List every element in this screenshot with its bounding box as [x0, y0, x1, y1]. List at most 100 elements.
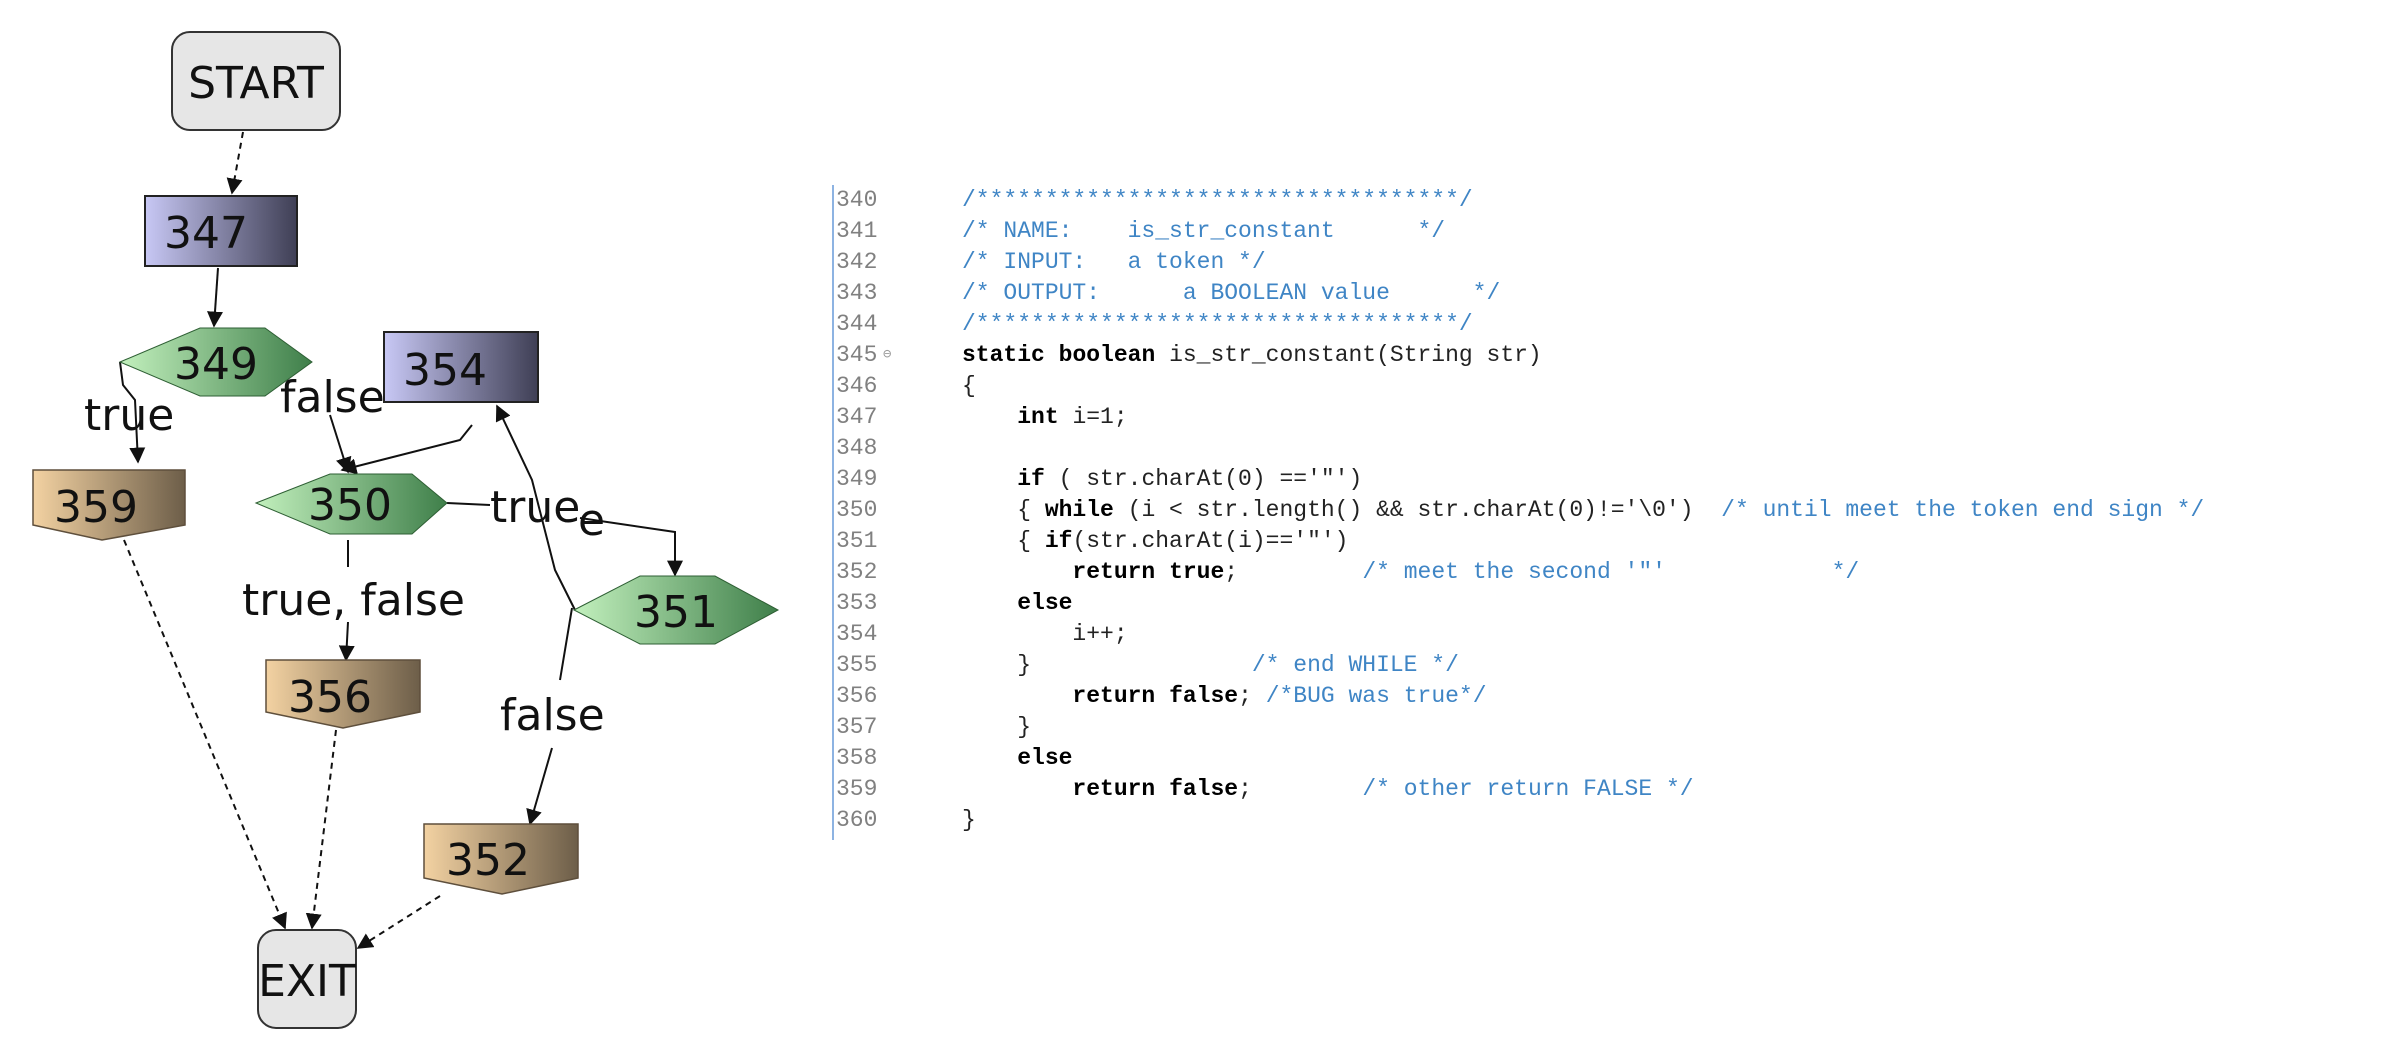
- code-text: return false; /*BUG was true*/: [962, 681, 1487, 712]
- code-comment: /* OUTPUT: a BOOLEAN value */: [962, 280, 1501, 306]
- line-number: 356: [836, 683, 878, 709]
- node-356: 356: [265, 659, 421, 729]
- code-text: if ( str.charAt(0) =='"'): [962, 464, 1362, 495]
- line-number: 346: [836, 373, 878, 399]
- code-token: i=1;: [1058, 404, 1128, 430]
- node-349-label: 349: [174, 339, 258, 390]
- code-text: }: [962, 805, 976, 836]
- code-token: i++;: [1072, 621, 1128, 647]
- node-start: START: [171, 31, 341, 131]
- code-token: ( str.charAt(0) =='"'): [1044, 466, 1363, 492]
- line-number: 353: [836, 590, 878, 616]
- node-exit-label: EXIT: [258, 956, 356, 1007]
- code-keyword: if: [1017, 466, 1045, 492]
- code-comment: /* until meet the token end sign */: [1721, 497, 2205, 523]
- code-comment: /* INPUT: a token */: [962, 249, 1266, 275]
- line-number: 340: [836, 187, 878, 213]
- code-token: {: [962, 373, 976, 399]
- line-number: 359: [836, 776, 878, 802]
- code-keyword: false: [1169, 683, 1239, 709]
- node-351-label: 351: [634, 587, 718, 638]
- code-token: (i < str.length() && str.charAt(0)!='\0'…: [1113, 497, 1722, 523]
- node-352: 352: [423, 823, 579, 895]
- code-token: {: [1017, 497, 1045, 523]
- code-text: else: [962, 743, 1072, 774]
- edge-347-349: [207, 267, 223, 328]
- line-number: 349: [836, 466, 878, 492]
- line-number: 360: [836, 807, 878, 833]
- code-keyword: int: [1017, 404, 1059, 430]
- fold-toggle-icon[interactable]: ⊖: [883, 340, 891, 371]
- node-350: 350: [254, 473, 448, 535]
- line-number: 344: [836, 311, 878, 337]
- node-352-label: 352: [446, 835, 530, 886]
- code-token: is_str_constant(String str): [1155, 342, 1542, 368]
- edge-label-349-false: false: [280, 372, 385, 423]
- line-number: 350: [836, 497, 878, 523]
- node-347-label: 347: [164, 208, 248, 259]
- node-354-label: 354: [403, 345, 487, 396]
- code-text: } /* end WHILE */: [962, 650, 1459, 681]
- edge-label-350-true: true: [490, 482, 580, 533]
- node-350-label: 350: [308, 480, 392, 531]
- code-keyword: static: [962, 342, 1045, 368]
- code-comment: /* NAME: is_str_constant */: [962, 218, 1446, 244]
- edge-label-349-true: true: [84, 390, 174, 441]
- code-token: ;: [1224, 559, 1363, 585]
- line-number: 342: [836, 249, 878, 275]
- line-number: 341: [836, 218, 878, 244]
- code-token: {: [1017, 528, 1045, 554]
- code-token: ;: [1238, 683, 1266, 709]
- code-text: /***********************************/: [962, 309, 1473, 340]
- code-text: /* NAME: is_str_constant */: [962, 216, 1445, 247]
- code-keyword: if: [1044, 528, 1073, 554]
- line-number: 351: [836, 528, 878, 554]
- code-text: /* INPUT: a token */: [962, 247, 1266, 278]
- code-text: int i=1;: [962, 402, 1128, 433]
- code-keyword: else: [1017, 745, 1073, 771]
- line-number: 358: [836, 745, 878, 771]
- edge-354-350: [340, 424, 473, 475]
- edge-352-exit: [356, 895, 441, 949]
- node-351: 351: [572, 575, 780, 645]
- line-number: 357: [836, 714, 878, 740]
- code-text: return false; /* other return FALSE */: [962, 774, 1693, 805]
- code-comment: /*BUG was true*/: [1265, 683, 1487, 709]
- code-keyword: true: [1169, 559, 1225, 585]
- code-text: { if(str.charAt(i)=='"'): [962, 526, 1348, 557]
- code-text: return true; /* meet the second '"' */: [962, 557, 1859, 588]
- code-keyword: return: [1072, 683, 1156, 709]
- node-347: 347: [144, 195, 298, 267]
- code-text: { while (i < str.length() && str.charAt(…: [962, 495, 2204, 526]
- edge-label-e: e: [578, 495, 605, 546]
- code-text: /* OUTPUT: a BOOLEAN value */: [962, 278, 1500, 309]
- code-keyword: return: [1072, 559, 1156, 585]
- line-number: 355: [836, 652, 878, 678]
- edge-349-350: [329, 414, 352, 474]
- code-keyword: false: [1169, 776, 1239, 802]
- code-token: }: [1017, 652, 1252, 678]
- code-comment: /***********************************/: [962, 311, 1473, 337]
- code-token: ;: [1238, 776, 1363, 802]
- code-keyword: while: [1044, 497, 1114, 523]
- line-number: 354: [836, 621, 878, 647]
- code-text: {: [962, 371, 976, 402]
- code-text: static boolean is_str_constant(String st…: [962, 340, 1542, 371]
- node-359: 359: [32, 469, 186, 541]
- node-356-label: 356: [288, 672, 372, 723]
- code-comment: /* meet the second '"' */: [1362, 559, 1860, 585]
- node-354: 354: [383, 331, 539, 403]
- edge-start-347: [226, 131, 244, 195]
- edge-356-exit: [305, 729, 337, 930]
